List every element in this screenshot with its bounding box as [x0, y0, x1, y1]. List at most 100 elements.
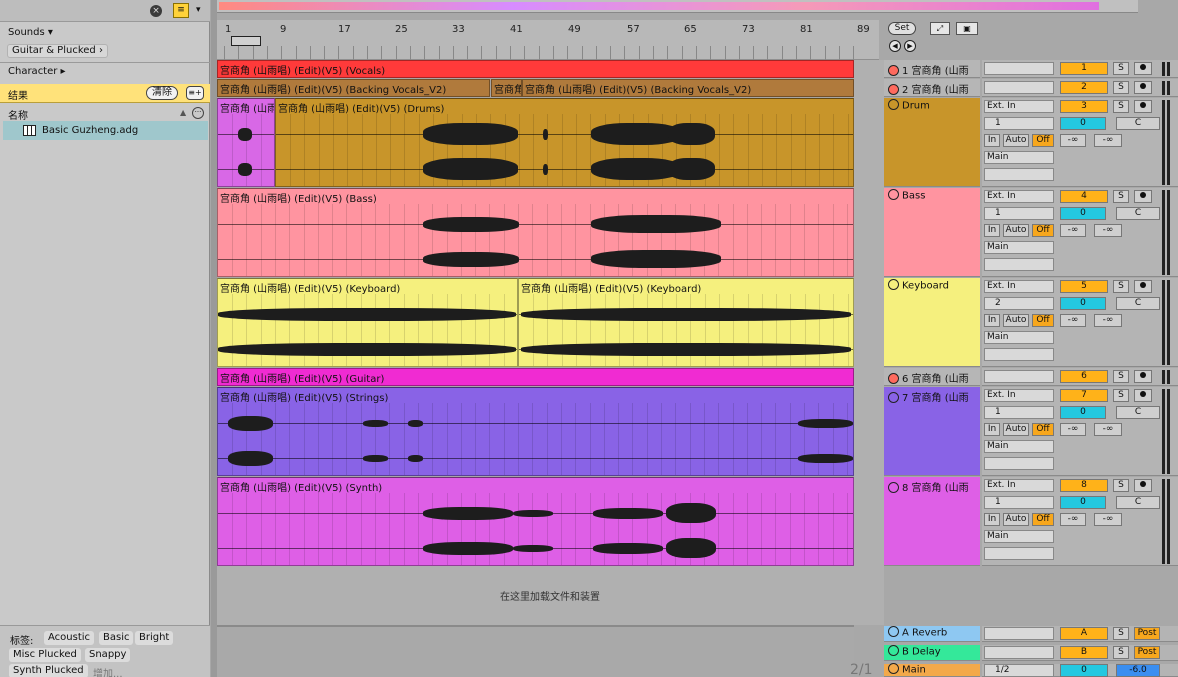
- track-volume[interactable]: 8: [1060, 479, 1108, 492]
- crossfade-control[interactable]: C: [1116, 496, 1160, 509]
- pan-control[interactable]: 0: [1060, 496, 1106, 509]
- solo-button[interactable]: S: [1113, 100, 1129, 113]
- category-character[interactable]: Character ▸: [8, 66, 66, 77]
- input-type-select[interactable]: Ext. In: [984, 479, 1054, 492]
- tag-snappy[interactable]: Snappy: [85, 648, 131, 662]
- play-icon[interactable]: [888, 645, 899, 656]
- input-channel-select[interactable]: 1: [984, 496, 1054, 509]
- return-a-post[interactable]: Post: [1134, 627, 1160, 640]
- track-header[interactable]: 1 宫商角 (山雨: [884, 60, 980, 78]
- track-volume[interactable]: 1: [1060, 62, 1108, 75]
- fold-down-icon[interactable]: [888, 189, 899, 200]
- send-a-knob[interactable]: -∞: [1060, 134, 1086, 147]
- play-icon[interactable]: [888, 663, 899, 674]
- play-icon[interactable]: [888, 626, 899, 637]
- lock-icon[interactable]: ▣: [956, 22, 978, 35]
- timeline-ruler[interactable]: 1 9 17 25 33 41 49 57 65 73 81 89: [217, 20, 879, 60]
- input-channel-select[interactable]: 2: [984, 297, 1054, 310]
- output-channel-select[interactable]: [984, 547, 1054, 560]
- return-b-solo[interactable]: S: [1113, 646, 1129, 659]
- solo-button[interactable]: S: [1113, 190, 1129, 203]
- input-channel-select[interactable]: 1: [984, 117, 1054, 130]
- track-volume[interactable]: 2: [1060, 81, 1108, 94]
- main-output-routing[interactable]: 1/2: [984, 664, 1054, 677]
- return-track-b[interactable]: B Delay: [884, 645, 980, 661]
- solo-button[interactable]: S: [1113, 280, 1129, 293]
- audio-clip[interactable]: 宫商角: [491, 79, 522, 97]
- fold-down-icon[interactable]: [888, 481, 899, 493]
- solo-button[interactable]: S: [1113, 370, 1129, 383]
- loop-brace[interactable]: [231, 36, 261, 46]
- monitor-in-button[interactable]: In: [984, 513, 1000, 526]
- pan-control[interactable]: 0: [1060, 297, 1106, 310]
- output-routing-select[interactable]: [984, 81, 1054, 94]
- monitor-off-button[interactable]: Off: [1032, 134, 1054, 147]
- return-track-a[interactable]: A Reverb: [884, 626, 980, 642]
- track-volume[interactable]: 5: [1060, 280, 1108, 293]
- track-header[interactable]: 2 宫商角 (山雨: [884, 79, 980, 97]
- sort-up-icon[interactable]: ▲: [180, 108, 186, 117]
- solo-button[interactable]: S: [1113, 479, 1129, 492]
- crossfade-control[interactable]: C: [1116, 297, 1160, 310]
- fold-down-icon[interactable]: [888, 99, 899, 110]
- tag-bright[interactable]: Bright: [135, 631, 174, 645]
- monitor-auto-button[interactable]: Auto: [1003, 134, 1029, 147]
- audio-clip[interactable]: 宫商角 (山雨唱) (Edit)(V5) (Bass): [217, 188, 854, 277]
- track-header[interactable]: 8 宫商角 (山雨: [884, 477, 980, 566]
- output-routing-select[interactable]: Main: [984, 241, 1054, 254]
- solo-button[interactable]: S: [1113, 81, 1129, 94]
- category-guitar-plucked[interactable]: Guitar & Plucked ›: [7, 44, 108, 58]
- audio-clip[interactable]: 宫商角 (山雨唱) (Edit)(V5) (Vocals): [217, 60, 854, 78]
- return-b-output[interactable]: [984, 646, 1054, 659]
- audio-clip[interactable]: 宫商角 (山雨唱) (Edit)(V5) (Strings): [217, 387, 854, 476]
- drop-zone[interactable]: 在这里加载文件和装置: [217, 566, 854, 625]
- play-icon[interactable]: [888, 372, 899, 384]
- name-column-header[interactable]: 名称: [8, 107, 28, 122]
- solo-button[interactable]: S: [1113, 389, 1129, 402]
- return-b-volume[interactable]: B: [1060, 646, 1108, 659]
- monitor-off-button[interactable]: Off: [1032, 423, 1054, 436]
- monitor-in-button[interactable]: In: [984, 314, 1000, 327]
- input-type-select[interactable]: Ext. In: [984, 190, 1054, 203]
- audio-clip[interactable]: 宫商角 (山雨唱) (Edit)(V5) (Synth): [217, 477, 854, 566]
- output-routing-select[interactable]: Main: [984, 530, 1054, 543]
- arm-button[interactable]: [1134, 479, 1152, 492]
- return-b-post[interactable]: Post: [1134, 646, 1160, 659]
- track-header[interactable]: 7 宫商角 (山雨: [884, 387, 980, 476]
- tag-basic[interactable]: Basic: [99, 631, 134, 645]
- add-tag-link[interactable]: 增加...: [93, 665, 123, 677]
- add-results-icon[interactable]: ≡+: [186, 86, 204, 100]
- monitor-off-button[interactable]: Off: [1032, 224, 1054, 237]
- send-a-knob[interactable]: -∞: [1060, 423, 1086, 436]
- monitor-in-button[interactable]: In: [984, 134, 1000, 147]
- send-b-knob[interactable]: -∞: [1094, 134, 1122, 147]
- result-row-selected[interactable]: Basic Guzheng.adg: [3, 121, 208, 140]
- input-channel-select[interactable]: 1: [984, 207, 1054, 220]
- audio-clip[interactable]: 宫商角 (山雨: [217, 98, 275, 187]
- track-header[interactable]: 6 宫商角 (山雨: [884, 368, 980, 386]
- arm-button[interactable]: [1134, 190, 1152, 203]
- audio-clip[interactable]: 宫商角 (山雨唱) (Edit)(V5) (Keyboard): [217, 278, 518, 367]
- return-a-output[interactable]: [984, 627, 1054, 640]
- arm-button[interactable]: [1134, 280, 1152, 293]
- pan-control[interactable]: 0: [1060, 117, 1106, 130]
- monitor-in-button[interactable]: In: [984, 224, 1000, 237]
- send-b-knob[interactable]: -∞: [1094, 224, 1122, 237]
- monitor-auto-button[interactable]: Auto: [1003, 314, 1029, 327]
- main-pan[interactable]: 0: [1060, 664, 1108, 677]
- tag-misc-plucked[interactable]: Misc Plucked: [9, 648, 81, 662]
- input-type-select[interactable]: Ext. In: [984, 389, 1054, 402]
- next-locator-icon[interactable]: ▶: [904, 40, 916, 52]
- send-a-knob[interactable]: -∞: [1060, 513, 1086, 526]
- output-routing-select[interactable]: [984, 62, 1054, 75]
- pan-control[interactable]: 0: [1060, 207, 1106, 220]
- solo-button[interactable]: S: [1113, 62, 1129, 75]
- more-options-icon[interactable]: ···: [192, 107, 204, 119]
- arm-button[interactable]: [1134, 62, 1152, 75]
- arm-button[interactable]: [1134, 100, 1152, 113]
- send-a-knob[interactable]: -∞: [1060, 314, 1086, 327]
- output-routing-select[interactable]: Main: [984, 151, 1054, 164]
- monitor-off-button[interactable]: Off: [1032, 513, 1054, 526]
- track-header[interactable]: Keyboard: [884, 278, 980, 367]
- send-b-knob[interactable]: -∞: [1094, 314, 1122, 327]
